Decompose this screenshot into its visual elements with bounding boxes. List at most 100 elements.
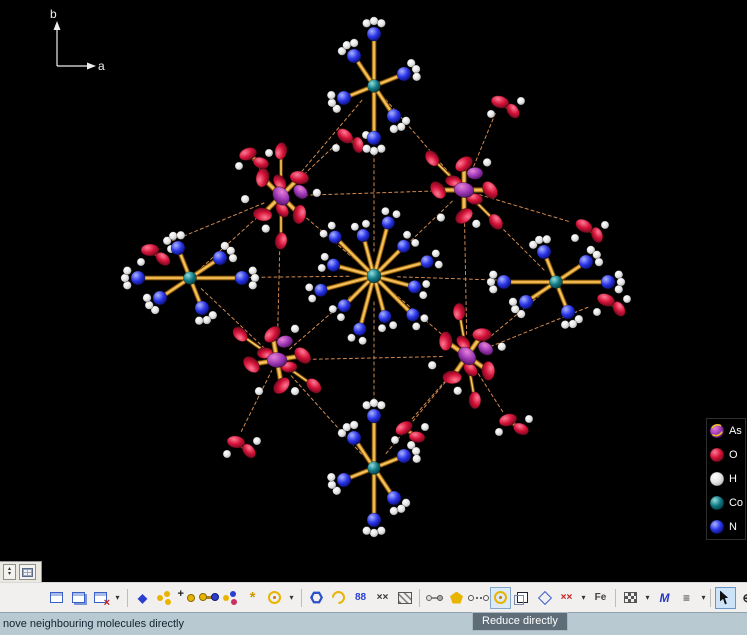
o-atom-sphere-icon xyxy=(709,447,725,463)
polyhedra-icon xyxy=(450,592,463,604)
complete-fragments-icon: * xyxy=(250,590,256,605)
move-mode-icon: ⊕ xyxy=(742,592,747,604)
new-picture-button[interactable] xyxy=(46,587,67,609)
reduce-button[interactable] xyxy=(490,587,511,609)
polyhedra-button[interactable] xyxy=(446,587,467,609)
status-bar: nove neighbouring molecules directly xyxy=(0,612,747,635)
structure-viewport[interactable]: b a As OH Co N ▴ ▾ xyxy=(0,0,747,582)
coordination-sphere-button[interactable] xyxy=(264,587,285,609)
table-grid-icon xyxy=(22,568,33,577)
pack-hexagon-icon xyxy=(310,591,323,604)
remove-atoms-icon: ×× xyxy=(561,593,573,603)
axis-a-arrowhead xyxy=(87,63,96,70)
add-atom-button[interactable] xyxy=(176,587,197,609)
legend-item-n: N xyxy=(709,518,743,536)
pack-polymer-button[interactable]: 88 xyxy=(350,587,371,609)
pack-lattice-button[interactable]: ×× xyxy=(372,587,393,609)
pattern-style-button[interactable] xyxy=(620,587,641,609)
pack-lattice-icon: ×× xyxy=(377,593,389,603)
axis-indicator: b a xyxy=(50,7,105,73)
pack-polymer-icon: 88 xyxy=(355,593,366,603)
unit-cell-button[interactable] xyxy=(512,587,533,609)
legend-label: O xyxy=(729,449,738,461)
n-atom-sphere-icon xyxy=(709,519,725,535)
legend-label: Co xyxy=(729,497,743,509)
structure-canvas[interactable]: b a xyxy=(0,0,747,582)
toolbar-separator xyxy=(127,589,128,607)
toolbar-options-dropdown[interactable]: ▾ xyxy=(698,587,709,609)
remove-atoms-dropdown[interactable]: ▾ xyxy=(578,587,589,609)
legend-item-o: O xyxy=(709,446,743,464)
pattern-style-icon xyxy=(624,592,637,603)
tooltip: Reduce directly xyxy=(472,612,568,631)
complete-fragments-button[interactable]: * xyxy=(242,587,263,609)
axis-b-arrowhead xyxy=(54,21,61,30)
pack-hexagon-button[interactable] xyxy=(306,587,327,609)
add-all-atoms-icon xyxy=(157,591,172,604)
build-molecules-icon: ◆ xyxy=(138,592,147,604)
measure-icon: M xyxy=(660,592,670,604)
molecule-drawing xyxy=(121,17,631,537)
picture-nav-controls: ▴ ▾ xyxy=(0,561,42,582)
toolbar-separator xyxy=(710,589,711,607)
unit-cell-icon xyxy=(517,592,528,603)
pack-range-arc-icon xyxy=(329,588,347,606)
select-mode-button[interactable] xyxy=(715,587,736,609)
coordination-sphere-dropdown[interactable]: ▾ xyxy=(286,587,297,609)
cell-range-icon xyxy=(537,590,551,604)
add-atom-icon xyxy=(179,591,195,604)
connect-atoms-icon xyxy=(201,596,217,599)
pack-range-arc-button[interactable] xyxy=(328,587,349,609)
table-view-button[interactable] xyxy=(19,564,36,580)
reduce-icon xyxy=(494,591,507,604)
copy-picture-icon xyxy=(72,592,85,603)
new-picture-icon xyxy=(50,592,63,603)
create-bonds-button[interactable] xyxy=(424,587,445,609)
legend-label: As xyxy=(729,425,742,437)
contacts-button[interactable] xyxy=(468,587,489,609)
build-molecules-button[interactable]: ◆ xyxy=(132,587,153,609)
fill-slab-button[interactable] xyxy=(394,587,415,609)
measure-button[interactable]: M xyxy=(654,587,675,609)
toolbar: ▾◆*▾88××××▾Fe▾M≡▾⊕↻ xyxy=(0,582,747,612)
pattern-style-dropdown[interactable]: ▾ xyxy=(642,587,653,609)
legend-item-co: Co xyxy=(709,494,743,512)
grow-cluster-icon xyxy=(223,591,238,604)
legend-item-as: As xyxy=(709,422,743,440)
coordination-sphere-icon xyxy=(268,591,281,604)
move-mode-button[interactable]: ⊕ xyxy=(737,587,747,609)
create-bonds-icon xyxy=(428,597,441,599)
toolbar-separator xyxy=(615,589,616,607)
application-window: b a AsOHCoN ▴ ▾ ▾◆*▾88××××▾Fe▾M≡▾⊕↻ nove… xyxy=(0,0,747,635)
co-atom-sphere-icon xyxy=(709,495,725,511)
toolbar-separator xyxy=(419,589,420,607)
legend-item-h: H xyxy=(709,470,743,488)
element-fe-icon: Fe xyxy=(595,593,607,603)
picture-spinner[interactable]: ▴ ▾ xyxy=(3,564,16,580)
add-all-atoms-button[interactable] xyxy=(154,587,175,609)
destroy-picture-icon xyxy=(94,592,107,603)
destroy-picture-dropdown[interactable]: ▾ xyxy=(112,587,123,609)
copy-picture-button[interactable] xyxy=(68,587,89,609)
toolbar-separator xyxy=(301,589,302,607)
legend: As OH Co N xyxy=(706,418,746,540)
connect-atoms-button[interactable] xyxy=(198,587,219,609)
axis-b-label: b xyxy=(50,7,57,21)
as-atom-sphere-icon xyxy=(709,423,725,439)
destroy-picture-button[interactable] xyxy=(90,587,111,609)
axis-a-label: a xyxy=(98,59,105,73)
h-atom-sphere-icon xyxy=(709,471,725,487)
grow-cluster-button[interactable] xyxy=(220,587,241,609)
spinner-down-icon: ▾ xyxy=(8,572,11,577)
toolbar-options-icon: ≡ xyxy=(683,592,690,604)
contacts-icon xyxy=(471,597,486,599)
cell-range-button[interactable] xyxy=(534,587,555,609)
element-fe-button[interactable]: Fe xyxy=(590,587,611,609)
status-text: nove neighbouring molecules directly xyxy=(3,618,184,630)
legend-label: N xyxy=(729,521,737,533)
select-mode-icon xyxy=(720,591,731,605)
fill-slab-icon xyxy=(398,592,412,604)
remove-atoms-button[interactable]: ×× xyxy=(556,587,577,609)
legend-label: H xyxy=(729,473,737,485)
toolbar-options-button[interactable]: ≡ xyxy=(676,587,697,609)
